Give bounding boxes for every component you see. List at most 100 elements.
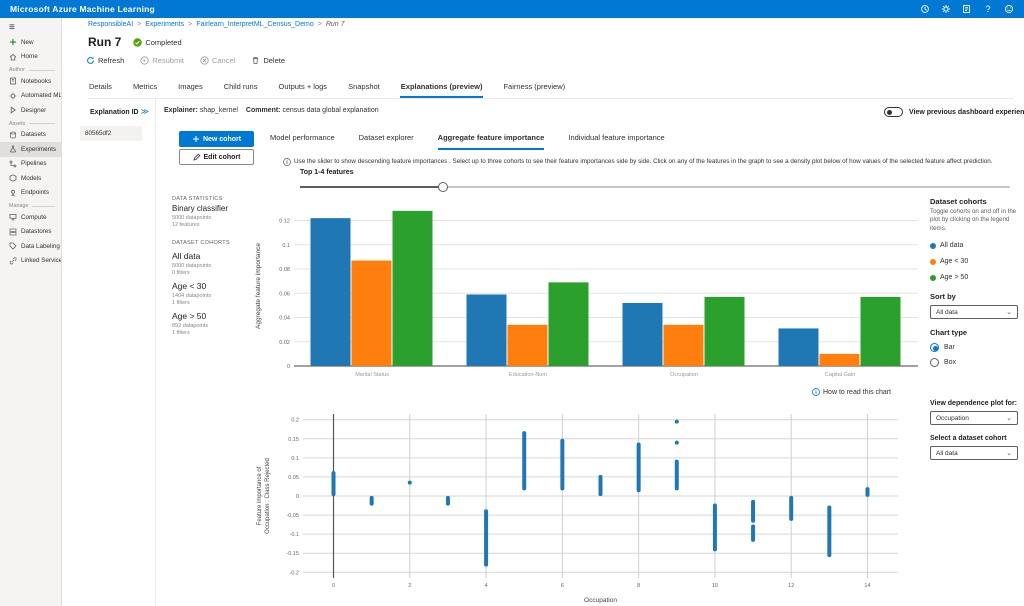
tab-outputs-logs[interactable]: Outputs + logs <box>277 79 328 98</box>
features-count: 12 features <box>172 222 254 228</box>
data-statistics-panel: DATA STATISTICS Binary classifier 5000 d… <box>172 196 254 336</box>
datastores-icon <box>9 228 17 236</box>
legend-item-all-data[interactable]: All data <box>930 242 1022 249</box>
svg-text:10: 10 <box>712 583 718 589</box>
sidebar-item-datastores[interactable]: Datastores <box>0 225 61 240</box>
sidebar-item-label: Linked Services <box>21 257 62 264</box>
run-toolbar: Refresh Resubmit Cancel Delete <box>86 56 285 65</box>
cohort-filters: 0 filters <box>172 270 254 276</box>
sidebar-item-models[interactable]: Models <box>0 171 61 186</box>
help-icon[interactable]: ? <box>983 4 993 14</box>
run-tabs: Details Metrics Images Child runs Outputs + … <box>88 79 1014 99</box>
breadcrumb-separator: > <box>188 21 192 28</box>
tab-model-performance[interactable]: Model performance <box>270 133 335 150</box>
sidebar-item-compute[interactable]: Compute <box>0 210 61 225</box>
tab-details[interactable]: Details <box>88 79 113 98</box>
svg-text:4: 4 <box>485 583 488 589</box>
explainer-info: Explainer: shap_kernel Comment: census d… <box>164 107 379 114</box>
linked-services-icon <box>9 257 17 265</box>
dependence-plot[interactable]: 0.20.150.10.050-0.05-0.1-0.15-0.20246810… <box>253 402 911 606</box>
explanation-id-panel: Explanation ID ≫ 80565df2 <box>62 99 156 606</box>
edit-cohort-button[interactable]: Edit cohort <box>179 149 254 165</box>
svg-text:0.06: 0.06 <box>279 291 290 297</box>
svg-text:2: 2 <box>408 583 411 589</box>
tab-child-runs[interactable]: Child runs <box>223 79 259 98</box>
sidebar-item-label: Automated ML <box>21 92 62 99</box>
sidebar-item-new[interactable]: New <box>0 35 61 50</box>
cancel-button[interactable]: Cancel <box>200 56 235 65</box>
refresh-button[interactable]: Refresh <box>86 56 124 65</box>
svg-text:0.2: 0.2 <box>291 418 299 424</box>
cancel-icon <box>200 56 209 65</box>
cohort-stat-item: Age < 301404 datapoints1 filters <box>172 281 254 306</box>
delete-button[interactable]: Delete <box>251 56 285 65</box>
cohort-name: All data <box>172 251 254 261</box>
new-icon <box>9 38 17 46</box>
compute-icon <box>9 213 17 221</box>
dependence-cohort-dropdown[interactable]: All data ⌄ <box>930 446 1018 460</box>
tab-individual-feature-importance[interactable]: Individual feature importance <box>568 133 664 150</box>
top-app-bar: Microsoft Azure Machine Learning ? <box>0 0 1024 18</box>
chevron-down-icon: ⌄ <box>1006 449 1012 457</box>
svg-text:8: 8 <box>637 583 640 589</box>
aggregate-feature-importance-chart[interactable]: 00.020.040.060.080.10.12Marital StatusEd… <box>250 196 925 393</box>
data-labeling-icon <box>9 242 17 250</box>
breadcrumb-item[interactable]: ResponsibleAI <box>88 21 133 28</box>
cohort-datapoints: 5000 datapoints <box>172 263 254 269</box>
chart-type-bar-radio[interactable]: Bar <box>930 343 1022 352</box>
collapse-panel-icon[interactable]: ≫ <box>141 108 149 116</box>
settings-icon[interactable] <box>941 4 951 14</box>
breadcrumb-item[interactable]: Fairlearn_InterpretML_Census_Demo <box>196 21 314 28</box>
sidebar-item-notebooks[interactable]: Notebooks <box>0 74 61 89</box>
slider-thumb[interactable] <box>438 182 448 192</box>
tab-aggregate-feature-importance[interactable]: Aggregate feature importance <box>438 133 545 150</box>
explanation-id-item[interactable]: 80565df2 <box>80 126 142 141</box>
app-title: Microsoft Azure Machine Learning <box>10 4 155 14</box>
previous-dashboard-toggle[interactable] <box>884 107 903 117</box>
sidebar-item-label: Datasets <box>21 131 46 138</box>
sidebar-item-linked-services[interactable]: Linked Services <box>0 254 61 269</box>
how-to-read-chart-link[interactable]: How to read this chart <box>812 388 891 396</box>
tab-snapshot[interactable]: Snapshot <box>347 79 381 98</box>
sidebar-item-data-labeling[interactable]: Data Labeling <box>0 239 61 254</box>
smiley-icon[interactable] <box>1004 4 1014 14</box>
new-cohort-button[interactable]: New cohort <box>179 131 254 147</box>
sidebar-item-datasets[interactable]: Datasets <box>0 128 61 143</box>
sort-by-dropdown[interactable]: All data ⌄ <box>930 305 1018 319</box>
nav-section-manage: Manage <box>0 203 61 209</box>
dependence-cohort-label: Select a dataset cohort <box>930 435 1022 442</box>
svg-text:?: ? <box>985 4 990 14</box>
dependence-feature-dropdown[interactable]: Occupation ⌄ <box>930 411 1018 425</box>
cohort-filters: 1 filters <box>172 300 254 306</box>
top-features-slider[interactable] <box>300 182 1010 192</box>
cohort-datapoints: 892 datapoints <box>172 323 254 329</box>
sidebar-item-home[interactable]: Home <box>0 50 61 65</box>
feedback-icon[interactable] <box>962 4 972 14</box>
svg-text:0.15: 0.15 <box>288 437 299 443</box>
sidebar-item-experiments[interactable]: Experiments <box>0 142 61 157</box>
sidebar-item-pipelines[interactable]: Pipelines <box>0 157 61 172</box>
tab-fairness-preview[interactable]: Fairness (preview) <box>502 79 566 98</box>
svg-text:0.02: 0.02 <box>279 340 290 346</box>
chart-type-box-radio[interactable]: Box <box>930 358 1022 367</box>
azure-ml-studio-window: Microsoft Azure Machine Learning ? ≡ New… <box>0 0 1024 606</box>
sidebar-item-automated-ml[interactable]: Automated ML <box>0 89 61 104</box>
sidebar-item-endpoints[interactable]: Endpoints <box>0 186 61 201</box>
tab-explanations-preview[interactable]: Explanations (preview) <box>400 79 484 98</box>
tab-metrics[interactable]: Metrics <box>132 79 158 98</box>
legend-item-age-50[interactable]: Age > 50 <box>930 274 1022 281</box>
history-icon[interactable] <box>920 4 930 14</box>
tab-images[interactable]: Images <box>177 79 204 98</box>
breadcrumb-item[interactable]: Experiments <box>145 21 184 28</box>
breadcrumb: ResponsibleAI>Experiments>Fairlearn_Inte… <box>88 21 345 28</box>
sidebar-item-designer[interactable]: Designer <box>0 103 61 118</box>
endpoints-icon <box>9 189 17 197</box>
resubmit-button[interactable]: Resubmit <box>140 56 184 65</box>
nav-section-label: Author <box>0 67 25 73</box>
tab-dataset-explorer[interactable]: Dataset explorer <box>359 133 414 150</box>
sidebar-item-label: Datastores <box>21 228 51 235</box>
menu-icon[interactable]: ≡ <box>0 18 61 35</box>
legend-item-age-30[interactable]: Age < 30 <box>930 258 1022 265</box>
dependence-plot-panel: View dependence plot for: Occupation ⌄ S… <box>930 400 1022 460</box>
svg-text:Education-Num: Education-Num <box>509 372 547 378</box>
